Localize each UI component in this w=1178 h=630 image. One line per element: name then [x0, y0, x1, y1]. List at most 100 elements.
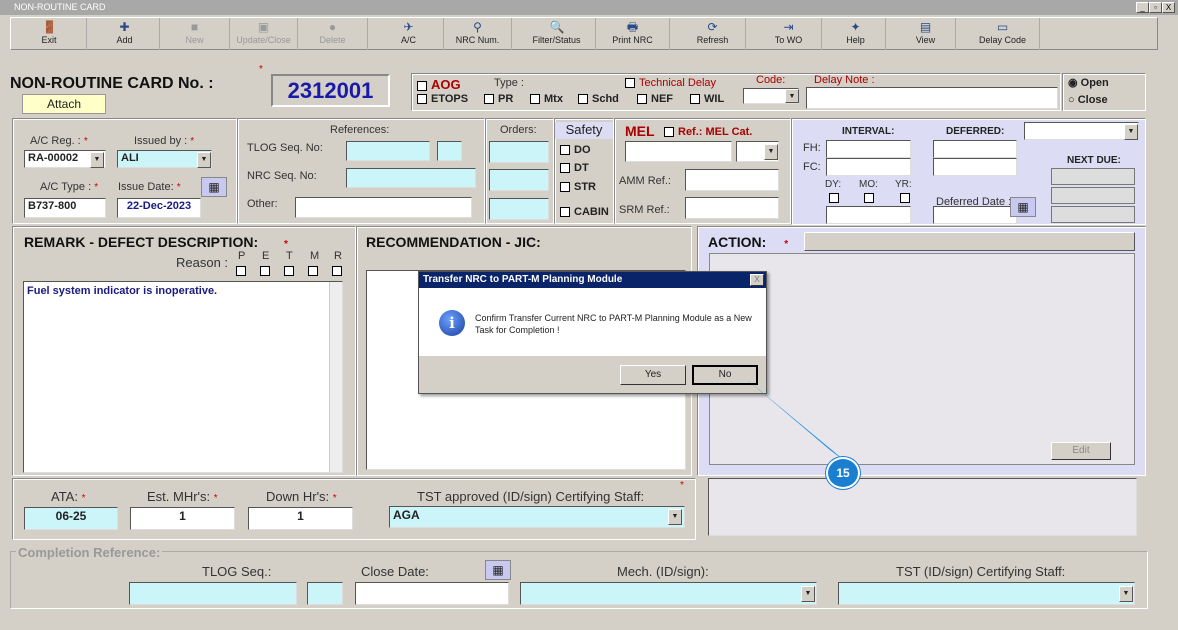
amm-ref-input[interactable] — [685, 169, 779, 191]
aog-checkbox[interactable]: AOG — [417, 77, 461, 92]
chevron-down-icon[interactable]: ▼ — [668, 509, 682, 525]
srm-ref-input[interactable] — [685, 197, 779, 219]
toolbar-view-button[interactable]: ▤ View — [896, 18, 956, 50]
maximize-button[interactable]: ▫ — [1149, 2, 1162, 13]
yr-checkbox[interactable] — [900, 193, 910, 203]
mel-ref-checkbox[interactable]: Ref.: MEL Cat. — [664, 126, 752, 138]
toolbar-filter-status-button[interactable]: 🔍 Filter/Status — [518, 18, 596, 50]
mtx-checkbox[interactable]: Mtx — [530, 93, 563, 105]
chevron-down-icon[interactable]: ▼ — [785, 89, 799, 103]
mo-checkbox[interactable] — [864, 193, 874, 203]
str-checkbox[interactable]: STR — [560, 181, 596, 193]
reason-checkbox-P[interactable] — [236, 266, 246, 276]
chevron-down-icon[interactable]: ▼ — [801, 586, 815, 602]
toolbar-label: View — [915, 35, 936, 45]
deferred-date-calendar-icon[interactable]: ▦ — [1010, 197, 1036, 217]
est-mhrs-field[interactable]: 1 — [130, 507, 235, 530]
yr-label: YR: — [895, 179, 912, 190]
deferred-fc-input[interactable] — [933, 158, 1017, 176]
order-input-2[interactable] — [489, 169, 549, 191]
schd-checkbox[interactable]: Schd — [578, 93, 619, 105]
close-date-input[interactable] — [355, 582, 509, 605]
deferred-select[interactable] — [1024, 122, 1139, 140]
completion-title: Completion Reference: — [16, 545, 163, 560]
down-hrs-field[interactable]: 1 — [248, 507, 353, 530]
completion-tlog-suffix-input[interactable] — [307, 582, 343, 605]
close-date-calendar-icon[interactable]: ▦ — [485, 560, 511, 580]
interval-value-input[interactable] — [826, 206, 911, 224]
pr-checkbox[interactable]: PR — [484, 93, 513, 105]
toolbar-label: Delete — [319, 35, 346, 45]
reason-label-P: P — [238, 250, 246, 262]
action-header-button[interactable] — [804, 232, 1135, 251]
toolbar-print-nrc-button[interactable]: 🖶 Print NRC — [596, 18, 670, 50]
toolbar-add-button[interactable]: ✚ Add — [90, 18, 160, 50]
tst-select[interactable]: AGA — [389, 506, 685, 528]
reason-checkbox-R[interactable] — [332, 266, 342, 276]
close-radio[interactable]: ○ Close — [1068, 94, 1108, 106]
order-input-1[interactable] — [489, 141, 549, 163]
remark-title: REMARK - DEFECT DESCRIPTION: — [24, 234, 259, 250]
step-badge: 15 — [826, 457, 860, 489]
chevron-down-icon[interactable]: ▼ — [197, 152, 211, 168]
chevron-down-icon[interactable]: ▼ — [764, 144, 778, 160]
interval-title: INTERVAL: — [842, 126, 895, 137]
technical-delay-checkbox[interactable]: Technical Delay — [625, 77, 716, 89]
attach-button[interactable]: Attach — [22, 94, 106, 114]
ata-field[interactable]: 06-25 — [24, 507, 118, 530]
mech-select[interactable] — [520, 582, 817, 605]
remark-scrollbar[interactable] — [329, 282, 342, 472]
add-icon: ✚ — [119, 20, 130, 34]
issue-date-field[interactable]: 22-Dec-2023 — [117, 198, 201, 218]
dialog-close-button[interactable]: X — [750, 274, 764, 286]
order-input-3[interactable] — [489, 198, 549, 220]
deferred-fh-input[interactable] — [933, 140, 1017, 158]
toolbar-refresh-button[interactable]: ⟳ Refresh — [680, 18, 746, 50]
deferred-date-input[interactable] — [933, 206, 1017, 224]
mel-input[interactable] — [625, 141, 732, 162]
reason-checkbox-T[interactable] — [284, 266, 294, 276]
toolbar-help-button[interactable]: ✦ Help — [826, 18, 886, 50]
nrc-seq-input[interactable] — [346, 168, 476, 188]
etops-checkbox[interactable]: ETOPS — [417, 93, 468, 105]
nef-checkbox[interactable]: NEF — [637, 93, 673, 105]
open-radio[interactable]: ◉ Open — [1068, 76, 1109, 89]
toolbar-new-button[interactable]: ■ New — [160, 18, 230, 50]
fh-input[interactable] — [826, 140, 911, 158]
reason-checkbox-M[interactable] — [308, 266, 318, 276]
issue-date-calendar-icon[interactable]: ▦ — [201, 177, 227, 197]
minimize-button[interactable]: _ — [1136, 2, 1149, 13]
toolbar-to-wo-button[interactable]: ⇥ To WO — [756, 18, 822, 50]
toolbar-label: NRC Num. — [455, 35, 500, 45]
completion-tlog-input[interactable] — [129, 582, 297, 605]
wil-checkbox[interactable]: WIL — [690, 93, 724, 105]
reason-checkbox-E[interactable] — [260, 266, 270, 276]
safety-title: Safety — [555, 122, 613, 139]
chevron-down-icon[interactable]: ▼ — [90, 152, 104, 168]
ac-type-field[interactable]: B737-800 — [24, 198, 106, 218]
toolbar-exit-button[interactable]: 🚪 Exit — [12, 18, 87, 50]
close-window-button[interactable]: X — [1162, 2, 1175, 13]
toolbar-update-close-button[interactable]: ▣ Update/Close — [230, 18, 298, 50]
do-checkbox[interactable]: DO — [560, 144, 591, 156]
completion-tst-select[interactable] — [838, 582, 1135, 605]
edit-button[interactable]: Edit — [1051, 442, 1111, 460]
refresh-icon: ⟳ — [707, 20, 718, 34]
toolbar-delete-button[interactable]: ● Delete — [298, 18, 368, 50]
chevron-down-icon[interactable]: ▼ — [1119, 586, 1133, 602]
toolbar-a-c-button[interactable]: ✈ A/C — [374, 18, 444, 50]
chevron-down-icon[interactable]: ▼ — [1124, 124, 1138, 140]
yes-button[interactable]: Yes — [620, 365, 686, 385]
new-icon: ■ — [190, 20, 199, 34]
remark-textarea[interactable]: Fuel system indicator is inoperative. — [23, 281, 343, 473]
toolbar-delay-code-button[interactable]: ▭ Delay Code — [966, 18, 1040, 50]
dy-checkbox[interactable] — [829, 193, 839, 203]
tlog-seq-input[interactable] — [346, 141, 430, 161]
other-input[interactable] — [295, 197, 472, 218]
dt-checkbox[interactable]: DT — [560, 162, 589, 174]
fc-input[interactable] — [826, 158, 911, 176]
toolbar-nrc-num--button[interactable]: ⚲ NRC Num. — [444, 18, 512, 50]
cabin-checkbox[interactable]: CABIN — [560, 206, 609, 218]
delay-note-input[interactable] — [806, 87, 1058, 109]
tlog-seq-suffix-input[interactable] — [437, 141, 462, 161]
